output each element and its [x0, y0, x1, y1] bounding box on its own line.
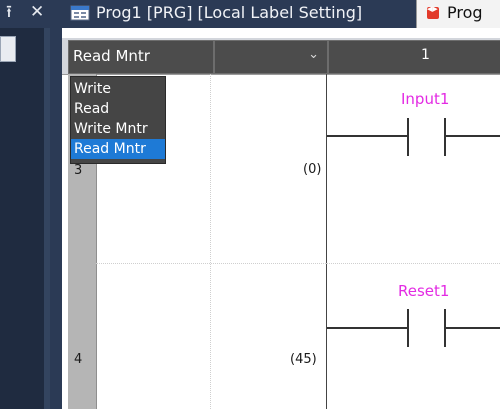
- tab-prog2-label: Prog: [447, 3, 483, 22]
- ladder-program-icon: [427, 5, 439, 19]
- mode-dropdown-list[interactable]: Write Read Write Mntr Read Mntr: [70, 76, 166, 164]
- navigation-pane: [0, 28, 50, 409]
- rung-line: [446, 135, 500, 137]
- tab-prog1[interactable]: Prog1 [PRG] [Local Label Setting]: [62, 0, 392, 26]
- left-power-rail: [326, 74, 327, 409]
- dropdown-option-write[interactable]: Write: [71, 79, 165, 99]
- chevron-down-icon[interactable]: ⌄: [308, 47, 319, 62]
- contact-device-label: Input1: [401, 90, 450, 108]
- rung-line: [446, 327, 500, 329]
- close-icon[interactable]: ✕: [30, 0, 44, 24]
- rung-line: [327, 327, 408, 329]
- row-number: 3: [74, 163, 83, 178]
- dropdown-option-read[interactable]: Read: [71, 99, 165, 119]
- pin-icon[interactable]: ⭱: [6, 0, 12, 24]
- tab-prog2[interactable]: Prog: [416, 0, 500, 28]
- step-number: (45): [290, 352, 317, 367]
- pane-field[interactable]: [0, 36, 16, 62]
- row-divider: [96, 263, 326, 264]
- grid-divider: [210, 74, 211, 409]
- column-header: 1: [328, 40, 500, 74]
- program-icon: [70, 5, 90, 21]
- contact-icon[interactable]: [407, 309, 409, 347]
- rung-line: [327, 135, 408, 137]
- mode-select-value: Read Mntr: [73, 47, 150, 65]
- row-number: 4: [74, 352, 83, 367]
- step-number: (0): [303, 162, 322, 177]
- contact-icon[interactable]: [444, 118, 446, 156]
- pane-splitter[interactable]: [44, 28, 50, 409]
- tab-prog1-label: Prog1 [PRG] [Local Label Setting]: [96, 3, 363, 22]
- dropdown-option-write-mntr[interactable]: Write Mntr: [71, 119, 165, 139]
- contact-device-label: Reset1: [398, 282, 450, 300]
- column-number: 1: [421, 47, 430, 63]
- contact-icon[interactable]: [407, 118, 409, 156]
- row-divider: [326, 263, 500, 264]
- mode-select[interactable]: Read Mntr: [68, 40, 214, 74]
- mode-select-toggle[interactable]: ⌄: [214, 40, 328, 74]
- dropdown-option-read-mntr[interactable]: Read Mntr: [71, 139, 165, 159]
